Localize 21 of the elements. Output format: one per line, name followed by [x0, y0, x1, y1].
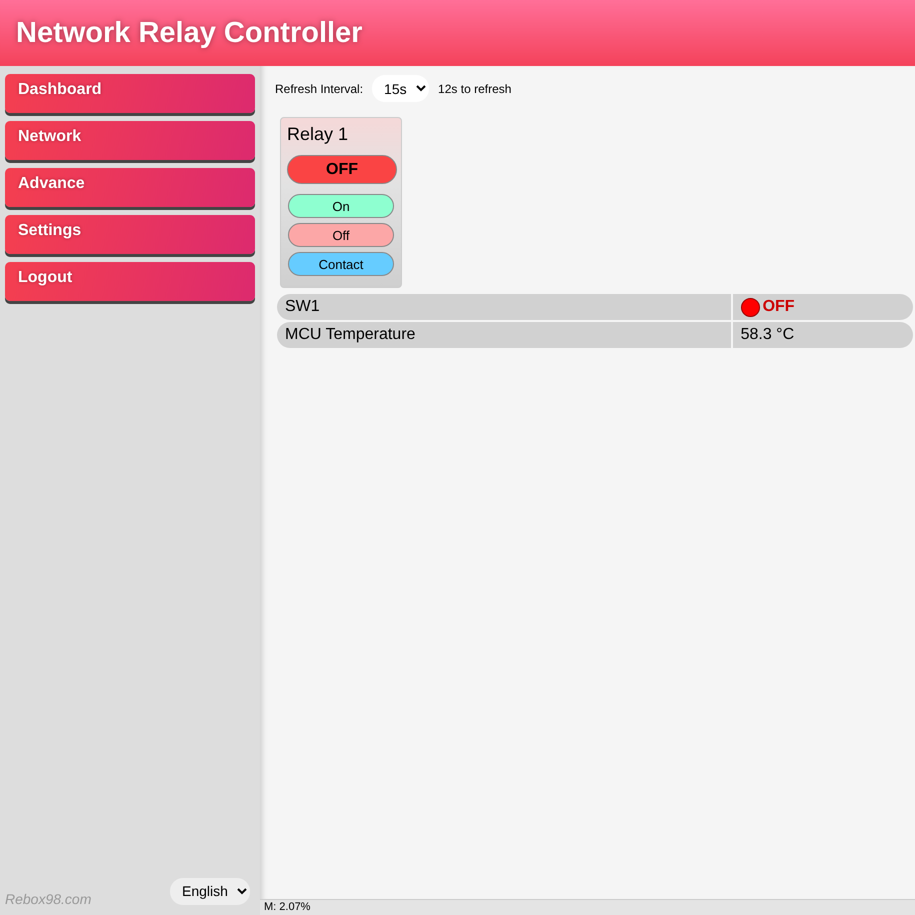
- sensor-name: MCU Temperature: [277, 322, 731, 348]
- sensor-value: 58.3 °C: [740, 326, 794, 343]
- countdown-text: 12s to refresh: [438, 82, 512, 96]
- sensor-name: SW1: [277, 294, 731, 320]
- nav-button[interactable]: Settings: [5, 215, 255, 254]
- on-button[interactable]: On: [288, 194, 394, 218]
- switch-status: OFF: [762, 298, 795, 314]
- nav-button[interactable]: Advance: [5, 168, 255, 207]
- refresh-interval-select[interactable]: 15s: [372, 75, 430, 102]
- status-bar: M: 2.07%: [260, 899, 915, 915]
- site-name: Rebox98.com: [5, 890, 92, 907]
- language-select[interactable]: English: [170, 878, 250, 904]
- app-title: Network Relay Controller: [16, 16, 362, 50]
- nav-button[interactable]: Dashboard: [5, 74, 255, 113]
- nav-button[interactable]: Logout: [5, 262, 255, 301]
- refresh-label: Refresh Interval:: [275, 82, 364, 96]
- relay-name: Relay 1: [287, 124, 350, 145]
- relay-state-button[interactable]: OFF: [287, 155, 397, 184]
- nav-button[interactable]: Network: [5, 121, 255, 160]
- off-button[interactable]: Off: [288, 223, 394, 247]
- contact-button[interactable]: Contact: [288, 252, 394, 276]
